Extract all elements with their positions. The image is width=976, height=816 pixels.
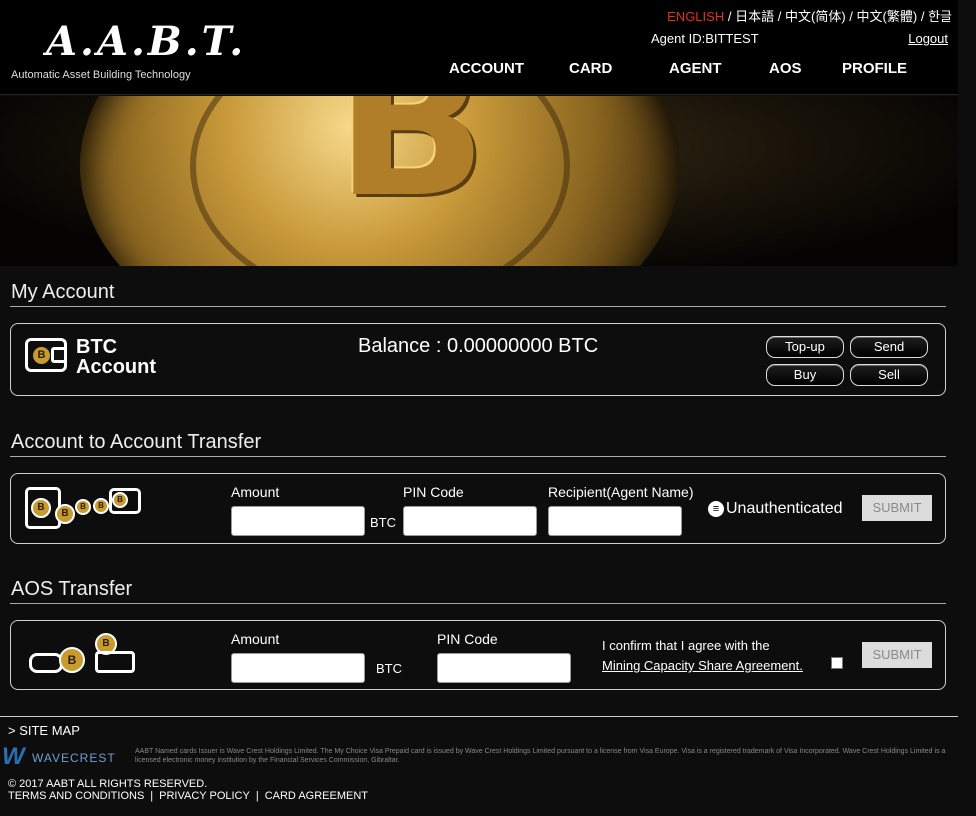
nav-card[interactable]: CARD [569,60,612,77]
section-divider [10,456,946,457]
btc-account-title: BTC Account [76,337,156,377]
dump-truck-icon [95,651,135,673]
section-divider [10,603,946,604]
amount-unit: BTC [370,515,396,530]
nav-agent[interactable]: AGENT [669,60,722,77]
topup-button[interactable]: Top-up [766,336,844,358]
btc-account-title-line2: Account [76,356,156,378]
privacy-link[interactable]: PRIVACY POLICY [159,790,250,802]
a2a-transfer-title: Account to Account Transfer [11,431,262,453]
aos-transfer-panel: B B Amount BTC PIN Code I confirm that I… [10,620,946,690]
footer-divider [0,716,958,717]
logo-tagline: Automatic Asset Building Technology [11,69,191,81]
pin-label: PIN Code [437,631,498,647]
wavecrest-name: WAVECREST [32,751,116,765]
auth-status: ≡ Unauthenticated [708,500,843,518]
lang-sep: / [777,9,782,24]
nav-aos[interactable]: AOS [769,60,802,77]
nav-profile[interactable]: PROFILE [842,60,907,77]
btc-balance: Balance : 0.00000000 BTC [358,335,599,357]
terms-link[interactable]: TERMS AND CONDITIONS [8,790,144,802]
btc-coin-icon: B [93,498,109,514]
language-switcher: ENGLISH / 日本語 / 中文(简体) / 中文(繁體) / 한글 [667,6,952,25]
send-button[interactable]: Send [850,336,928,358]
bulldozer-icon [29,653,63,673]
agreement-checkbox[interactable] [831,657,843,669]
btc-coin-icon: B [112,492,128,508]
lang-sep: / [920,9,925,24]
section-divider [10,306,946,307]
agreement-text: I confirm that I agree with the Mining C… [602,636,803,676]
pin-input[interactable] [403,506,537,536]
lang-korean[interactable]: 한글 [928,9,952,24]
lang-chinese-simplified[interactable]: 中文(简体) [785,9,846,24]
aos-pin-input[interactable] [437,653,571,683]
aabt-logo[interactable]: A.A.B.T. Automatic Asset Building Techno… [10,20,243,84]
link-sep: | [150,790,154,802]
recipient-label: Recipient(Agent Name) [548,484,694,500]
sell-button[interactable]: Sell [850,364,928,386]
btc-account-panel: B BTC Account Balance : 0.00000000 BTC T… [10,323,946,396]
hero-banner: B [0,96,958,266]
amount-unit: BTC [376,661,402,676]
amount-input[interactable] [231,506,365,536]
aos-amount-input[interactable] [231,653,365,683]
recipient-input[interactable] [548,506,682,536]
pin-label: PIN Code [403,484,464,500]
auth-status-text: Unauthenticated [726,500,843,517]
a2a-submit-button[interactable]: SUBMIT [862,495,932,521]
lang-sep: / [849,9,853,24]
btc-coin-icon: B [59,647,85,673]
card-agreement-link[interactable]: CARD AGREEMENT [265,790,368,802]
sitemap-link[interactable]: > SITE MAP [8,723,80,738]
menu-icon: ≡ [708,501,724,517]
agreement-link[interactable]: Mining Capacity Share Agreement. [602,656,803,676]
btc-coin-icon: B [31,498,51,518]
legal-disclaimer: AABT Named cards Issuer is Wave Crest Ho… [135,748,946,764]
buy-button[interactable]: Buy [766,364,844,386]
my-account-title: My Account [11,281,115,303]
btc-coin-icon: B [55,504,75,524]
aos-submit-button[interactable]: SUBMIT [862,642,932,668]
lang-english[interactable]: ENGLISH [667,9,724,24]
amount-label: Amount [231,484,280,500]
link-sep: | [255,790,259,802]
bitcoin-glyph: B [335,96,488,242]
lang-sep: / [727,9,732,24]
bitcoin-coin-image: B [80,96,680,266]
lang-chinese-traditional[interactable]: 中文(繁體) [857,9,918,24]
aos-transfer-title: AOS Transfer [11,578,133,600]
agent-id: Agent ID:BITTEST [651,31,759,46]
btc-account-title-line1: BTC [76,336,118,358]
site-header: A.A.B.T. Automatic Asset Building Techno… [0,0,958,95]
agreement-prefix: I confirm that I agree with the [602,638,770,653]
nav-account[interactable]: ACCOUNT [449,60,524,77]
a2a-transfer-panel: B B B B B Amount BTC PIN Code Recipient(… [10,473,946,544]
wallet-flap [51,347,67,363]
wavecrest-mark: W [2,743,25,770]
footer-links: TERMS AND CONDITIONS | PRIVACY POLICY | CARD… [8,790,368,802]
copyright: © 2017 AABT ALL RIGHTS RESERVED. [8,778,208,790]
logout-link[interactable]: Logout [908,31,948,46]
logo-mark: A.A.B.T. [46,18,247,65]
lang-japanese[interactable]: 日本語 [735,9,774,24]
btc-wallet-icon: B [25,338,67,372]
amount-label: Amount [231,631,280,647]
btc-coin-icon: B [75,499,91,515]
btc-coin-icon: B [33,347,50,364]
